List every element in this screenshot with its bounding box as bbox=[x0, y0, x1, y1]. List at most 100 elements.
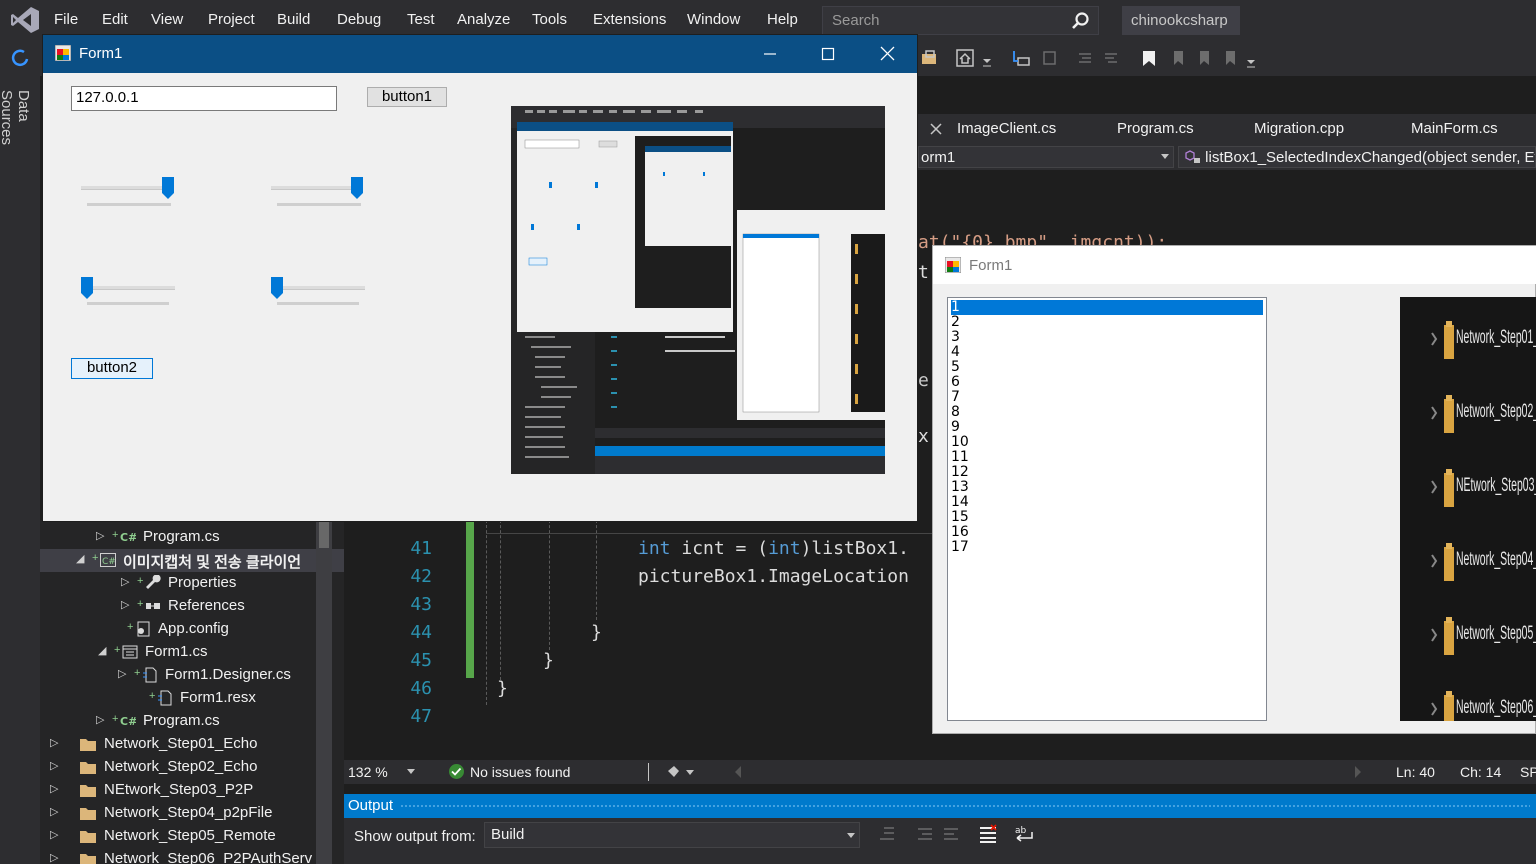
close-tab-icon[interactable] bbox=[929, 122, 943, 136]
tab-imageclient[interactable]: ImageClient.cs bbox=[957, 120, 1056, 137]
tree-row[interactable]: ▷ + References bbox=[40, 595, 344, 618]
list-item[interactable]: 16 bbox=[951, 525, 1263, 540]
listbox1[interactable]: 1 2 3 4 5 6 7 8 9 10 11 12 13 14 15 16 17 bbox=[947, 297, 1267, 721]
tree-row[interactable]: ▷ Network_Step02_Echo bbox=[40, 756, 344, 779]
dropdown-arrow-icon[interactable] bbox=[982, 55, 992, 67]
type-dropdown[interactable]: orm1 bbox=[918, 146, 1174, 168]
tab-mainform[interactable]: MainForm.cs bbox=[1411, 120, 1498, 137]
open-folder-icon[interactable] bbox=[920, 49, 938, 67]
list-item[interactable]: 17 bbox=[951, 540, 1263, 555]
zoom-level[interactable]: 132 % bbox=[348, 764, 388, 780]
list-item[interactable]: 6 bbox=[951, 375, 1263, 390]
solution-name-badge[interactable]: chinookcsharp bbox=[1122, 6, 1240, 35]
visual-studio-logo-icon[interactable] bbox=[10, 6, 40, 34]
solution-explorer-scrollbar[interactable] bbox=[316, 520, 332, 864]
menu-file[interactable]: File bbox=[54, 11, 78, 28]
scroll-left-icon[interactable] bbox=[734, 766, 742, 778]
tree-row[interactable]: ▷ NEtwork_Step03_P2P bbox=[40, 779, 344, 802]
expand-arrow-icon[interactable]: ▷ bbox=[50, 805, 58, 818]
expand-arrow-icon[interactable]: ▷ bbox=[50, 759, 58, 772]
list-item[interactable]: 10 bbox=[951, 435, 1263, 450]
issues-status[interactable]: No issues found bbox=[470, 764, 570, 780]
uncomment-icon[interactable] bbox=[1102, 49, 1120, 67]
menu-build[interactable]: Build bbox=[277, 11, 310, 28]
tree-row[interactable]: ▷ Network_Step01_Echo bbox=[40, 733, 344, 756]
next-message-icon[interactable] bbox=[942, 825, 960, 843]
minimize-icon[interactable] bbox=[763, 47, 777, 61]
cleanup-brush-icon[interactable] bbox=[666, 763, 696, 781]
tab-migration[interactable]: Migration.cpp bbox=[1254, 120, 1344, 137]
menu-project[interactable]: Project bbox=[208, 11, 255, 28]
tree-row[interactable]: + App.config bbox=[40, 618, 344, 641]
menu-tools[interactable]: Tools bbox=[532, 11, 567, 28]
tree-row[interactable]: ◢ + Form1.cs bbox=[40, 641, 344, 664]
list-item[interactable]: 1 bbox=[951, 300, 1263, 315]
bookmark-icon[interactable] bbox=[1140, 49, 1158, 67]
collapse-arrow-icon[interactable]: ◢ bbox=[98, 644, 106, 657]
expand-arrow-icon[interactable]: ▷ bbox=[50, 782, 58, 795]
button1[interactable]: button1 bbox=[367, 87, 447, 107]
next-bookmark-icon[interactable] bbox=[1194, 49, 1212, 67]
word-wrap-icon[interactable]: ab bbox=[1014, 824, 1036, 844]
trackbar4-thumb[interactable] bbox=[271, 277, 283, 299]
tree-row[interactable]: ▷ + C# Program.cs bbox=[40, 526, 344, 549]
menu-debug[interactable]: Debug bbox=[337, 11, 381, 28]
expand-arrow-icon[interactable]: ▷ bbox=[50, 828, 58, 841]
scroll-right-icon[interactable] bbox=[1354, 766, 1362, 778]
menu-window[interactable]: Window bbox=[687, 11, 740, 28]
expand-arrow-icon[interactable]: ▷ bbox=[121, 575, 129, 588]
comment-icon[interactable] bbox=[1076, 49, 1094, 67]
list-item[interactable]: 9 bbox=[951, 420, 1263, 435]
list-item[interactable]: 11 bbox=[951, 450, 1263, 465]
list-item[interactable]: 7 bbox=[951, 390, 1263, 405]
menu-analyze[interactable]: Analyze bbox=[457, 11, 510, 28]
expand-arrow-icon[interactable]: ▷ bbox=[118, 667, 126, 680]
toolbar-overflow-icon[interactable] bbox=[1246, 56, 1256, 68]
member-dropdown[interactable]: listBox1_SelectedIndexChanged(object sen… bbox=[1178, 146, 1536, 168]
home-icon[interactable] bbox=[956, 49, 974, 67]
tree-row[interactable]: ▷ Network_Step04_p2pFile bbox=[40, 802, 344, 825]
tree-row[interactable]: + Form1.resx bbox=[40, 687, 344, 710]
tree-row[interactable]: ▷ + Form1.Designer.cs bbox=[40, 664, 344, 687]
list-item[interactable]: 4 bbox=[951, 345, 1263, 360]
whitespace-mode[interactable]: SP bbox=[1520, 764, 1536, 780]
tree-row[interactable]: ▷ + Properties bbox=[40, 572, 344, 595]
expand-arrow-icon[interactable]: ▷ bbox=[96, 713, 104, 726]
trackbar1-thumb[interactable] bbox=[162, 177, 174, 199]
tab-program[interactable]: Program.cs bbox=[1117, 120, 1194, 137]
list-item[interactable]: 8 bbox=[951, 405, 1263, 420]
list-item[interactable]: 2 bbox=[951, 315, 1263, 330]
trackbar2-thumb[interactable] bbox=[351, 177, 363, 199]
menu-extensions[interactable]: Extensions bbox=[593, 11, 666, 28]
prev-bookmark-icon[interactable] bbox=[1168, 49, 1186, 67]
form1-titlebar[interactable]: Form1 bbox=[43, 35, 917, 73]
column-indicator[interactable]: Ch: 14 bbox=[1460, 764, 1501, 780]
step-over-icon[interactable] bbox=[1040, 49, 1058, 67]
data-sources-tab[interactable]: Data Sources bbox=[0, 90, 32, 180]
menu-view[interactable]: View bbox=[151, 11, 183, 28]
tree-row[interactable]: ▷ Network_Step05_Remote bbox=[40, 825, 344, 848]
list-item[interactable]: 15 bbox=[951, 510, 1263, 525]
zoom-dropdown-icon[interactable] bbox=[407, 769, 415, 775]
line-indicator[interactable]: Ln: 40 bbox=[1396, 764, 1435, 780]
tree-row[interactable]: ◢ + C# 이미지캡처 및 전송 클라이언 bbox=[40, 549, 344, 572]
clear-all-icon[interactable] bbox=[978, 824, 998, 844]
panel-grip[interactable] bbox=[400, 804, 1530, 808]
maximize-icon[interactable] bbox=[821, 47, 835, 61]
search-icon[interactable] bbox=[1070, 11, 1090, 31]
prev-message-icon[interactable] bbox=[916, 825, 934, 843]
step-into-icon[interactable] bbox=[1012, 49, 1030, 67]
scrollbar-thumb[interactable] bbox=[319, 520, 329, 548]
list-item[interactable]: 13 bbox=[951, 480, 1263, 495]
expand-arrow-icon[interactable]: ▷ bbox=[96, 529, 104, 542]
find-message-icon[interactable] bbox=[878, 825, 896, 843]
tree-row[interactable]: ▷ Network_Step06_P2PAuthServ bbox=[40, 848, 344, 864]
output-source-select[interactable]: Build bbox=[484, 822, 860, 848]
back-icon[interactable] bbox=[10, 49, 32, 67]
menu-test[interactable]: Test bbox=[407, 11, 435, 28]
close-icon[interactable] bbox=[880, 46, 895, 61]
expand-arrow-icon[interactable]: ▷ bbox=[50, 851, 58, 864]
collapse-arrow-icon[interactable]: ◢ bbox=[76, 552, 84, 565]
list-item[interactable]: 14 bbox=[951, 495, 1263, 510]
expand-arrow-icon[interactable]: ▷ bbox=[50, 736, 58, 749]
